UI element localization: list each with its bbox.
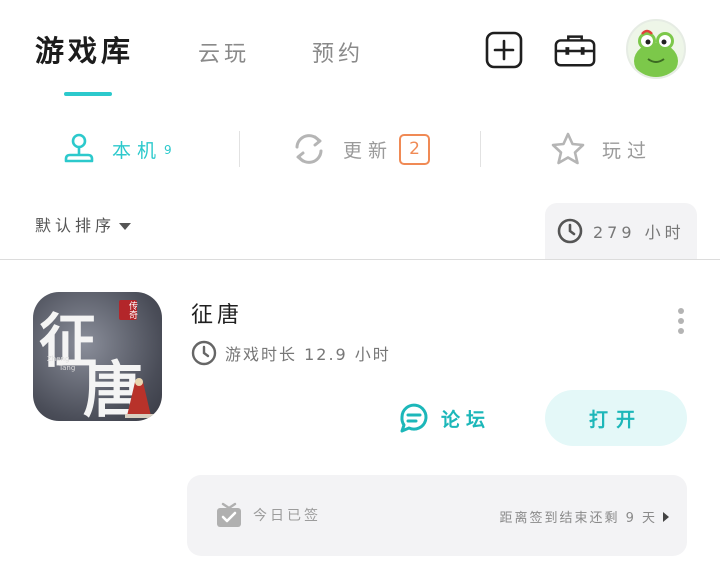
segment-divider [239, 131, 240, 167]
segment-update-label: 更新 [343, 139, 394, 162]
forum-button[interactable]: 论坛 [397, 401, 491, 435]
tab-cloud-play[interactable]: 云玩 [198, 36, 250, 68]
clock-icon [191, 340, 217, 366]
toolbox-button[interactable] [553, 30, 597, 70]
game-playtime: 游戏时长 12.9 小时 [191, 340, 391, 366]
signin-remaining[interactable]: 距离签到结束还剩 9 天 [499, 507, 669, 526]
star-icon [551, 132, 585, 165]
game-icon[interactable]: 征 唐 传奇 Zheng Tang [33, 292, 162, 421]
add-button[interactable] [482, 30, 526, 70]
active-tab-indicator [64, 92, 112, 96]
signin-remaining-text: 距离签到结束还剩 9 天 [499, 511, 657, 526]
total-playtime-value: 279 小时 [593, 223, 685, 242]
refresh-icon [295, 134, 323, 164]
divider [0, 259, 720, 260]
chat-bubble-icon [400, 403, 428, 433]
game-icon-sub-2: Tang [59, 364, 76, 372]
joystick-icon [64, 133, 94, 163]
segment-divider [480, 131, 481, 167]
toolbox-icon [554, 35, 596, 67]
gift-check-icon [217, 502, 241, 527]
total-playtime: 279 小时 [545, 203, 697, 259]
top-nav: 游戏库 云玩 预约 [0, 0, 720, 110]
sort-label: 默认排序 [35, 216, 116, 235]
segment-local[interactable]: 本机 9 [62, 128, 172, 170]
update-count-badge: 2 [399, 133, 431, 165]
open-game-button[interactable]: 打开 [545, 390, 687, 446]
chevron-down-icon [119, 222, 132, 230]
frog-avatar-icon [634, 29, 678, 77]
forum-label: 论坛 [441, 408, 492, 431]
signin-status: 今日已签 [215, 501, 321, 529]
clock-icon [557, 218, 583, 244]
game-title[interactable]: 征唐 [191, 297, 243, 329]
local-count: 9 [164, 143, 172, 157]
segment-local-label: 本机 [112, 139, 163, 162]
signin-card[interactable]: 今日已签 距离签到结束还剩 9 天 [187, 475, 687, 556]
signin-status-label: 今日已签 [253, 508, 321, 524]
game-playtime-text: 游戏时长 12.9 小时 [225, 345, 391, 364]
tab-reservations[interactable]: 预约 [312, 36, 364, 68]
plus-square-icon [485, 31, 523, 69]
segment-update[interactable]: 更新 2 [291, 128, 431, 170]
game-icon-sub-1: Zheng [47, 355, 70, 363]
chevron-right-icon [663, 511, 669, 522]
sort-dropdown[interactable]: 默认排序 [35, 212, 132, 236]
game-icon-seal: 传奇 [119, 300, 137, 320]
more-options-icon[interactable] [676, 308, 686, 334]
tab-game-library[interactable]: 游戏库 [35, 28, 134, 70]
segment-played-label: 玩过 [602, 139, 653, 162]
avatar[interactable] [626, 19, 686, 79]
segment-played[interactable]: 玩过 [550, 128, 652, 170]
warrior-figure-icon [125, 378, 155, 418]
